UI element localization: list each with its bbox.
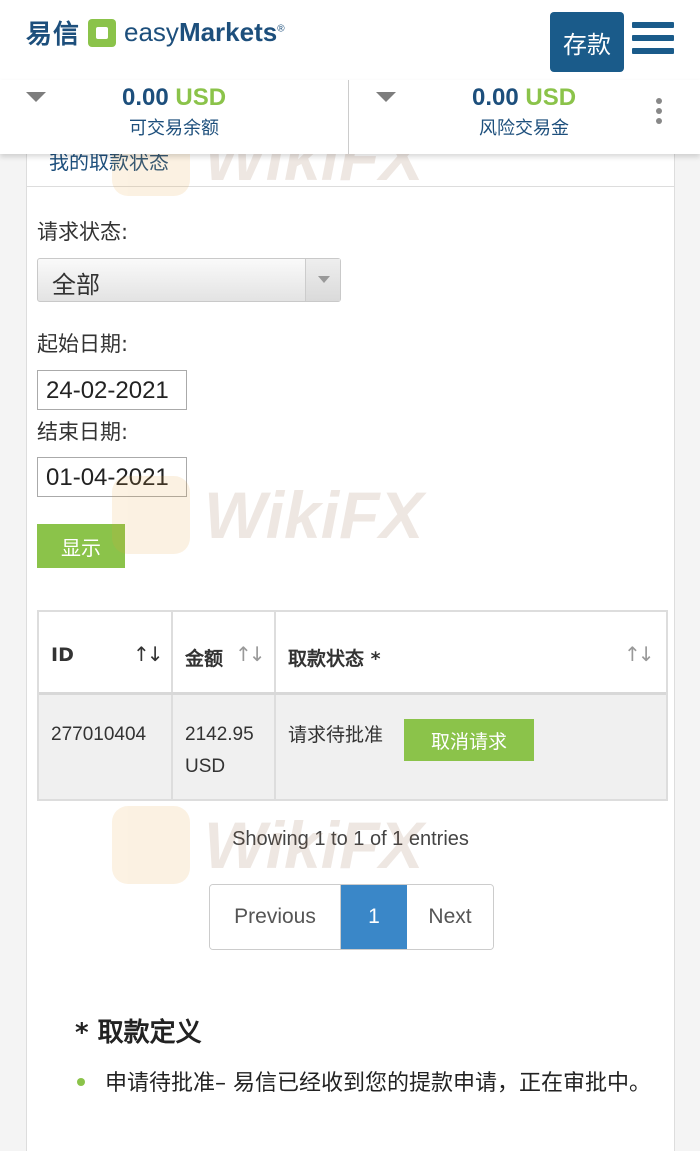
withdrawal-status: 请求待批准: [288, 724, 384, 746]
divider: [27, 186, 674, 187]
end-date-label: 结束日期:: [37, 420, 129, 444]
pagination: Previous 1 Next: [209, 884, 494, 950]
balance-bar: 0.00 USD 可交易余额 0.00 USD 风险交易金: [0, 80, 700, 154]
page-1-button[interactable]: 1: [341, 885, 407, 949]
start-date-label: 起始日期:: [37, 332, 129, 356]
logo-chinese: 易信: [26, 20, 81, 50]
status-label: 请求状态:: [37, 220, 129, 244]
withdrawal-status-panel: 我的取款状态 请求状态: 全部 起始日期: 24-02-2021 结束日期: 0…: [26, 120, 675, 1151]
definitions-title: * 取款定义: [75, 1018, 202, 1048]
balance-label: 可交易余额: [129, 118, 219, 139]
tradable-balance: 0.00 USD 可交易余额: [44, 84, 304, 140]
column-header-status[interactable]: 取款状态 * ↑↓: [276, 612, 666, 692]
balance-value: 0.00: [471, 84, 519, 111]
easymarkets-logo[interactable]: 易信 easyMarkets®: [26, 14, 285, 51]
sort-icon: ↑↓: [133, 642, 163, 666]
risk-dropdown-arrow-icon[interactable]: [376, 92, 396, 102]
withdrawal-id: 277010404: [51, 724, 147, 745]
balance-value: 0.00: [121, 84, 169, 111]
withdrawals-table: ID ↑↓ 金额 ↑↓ 取款状态 * ↑↓ 277010404 2142.95 U…: [37, 610, 668, 801]
status-select-value: 全部: [52, 271, 100, 299]
more-options-icon[interactable]: [656, 98, 662, 128]
bullet-icon: [77, 1078, 85, 1086]
logo-mark-icon: [88, 18, 117, 47]
risk-balance: 0.00 USD 风险交易金: [394, 84, 654, 140]
entries-info: Showing 1 to 1 of 1 entries: [232, 828, 469, 850]
sort-icon: ↑↓: [235, 642, 265, 666]
start-date-input[interactable]: 24-02-2021: [37, 370, 187, 410]
definition-item: 申请待批准– 易信已经收到您的提款申请，正在审批中。: [105, 1071, 651, 1096]
previous-page-button[interactable]: Previous: [210, 885, 341, 949]
divider: [348, 80, 349, 154]
column-header-id[interactable]: ID ↑↓: [39, 612, 173, 692]
column-header-amount[interactable]: 金额 ↑↓: [173, 612, 276, 692]
sort-icon: ↑↓: [624, 642, 654, 666]
balance-label: 风险交易金: [479, 118, 569, 139]
end-date-input[interactable]: 01-04-2021: [37, 457, 187, 497]
logo-english: easyMarkets®: [124, 17, 285, 47]
table-header-row: ID ↑↓ 金额 ↑↓ 取款状态 * ↑↓: [39, 612, 666, 695]
hamburger-menu-icon[interactable]: [632, 22, 674, 58]
chevron-down-icon: [305, 259, 340, 301]
status-select[interactable]: 全部: [37, 258, 341, 302]
balance-currency: USD: [175, 84, 227, 111]
cancel-request-button[interactable]: 取消请求: [404, 719, 534, 761]
show-button[interactable]: 显示: [37, 524, 125, 568]
withdrawal-amount: 2142.95 USD: [185, 724, 254, 777]
table-row: 277010404 2142.95 USD 请求待批准 取消请求: [39, 695, 666, 799]
next-page-button[interactable]: Next: [407, 885, 493, 949]
balance-currency: USD: [525, 84, 577, 111]
top-bar: 易信 easyMarkets® 存款: [0, 0, 700, 80]
deposit-button[interactable]: 存款: [550, 12, 624, 72]
balance-dropdown-arrow-icon[interactable]: [26, 92, 46, 102]
